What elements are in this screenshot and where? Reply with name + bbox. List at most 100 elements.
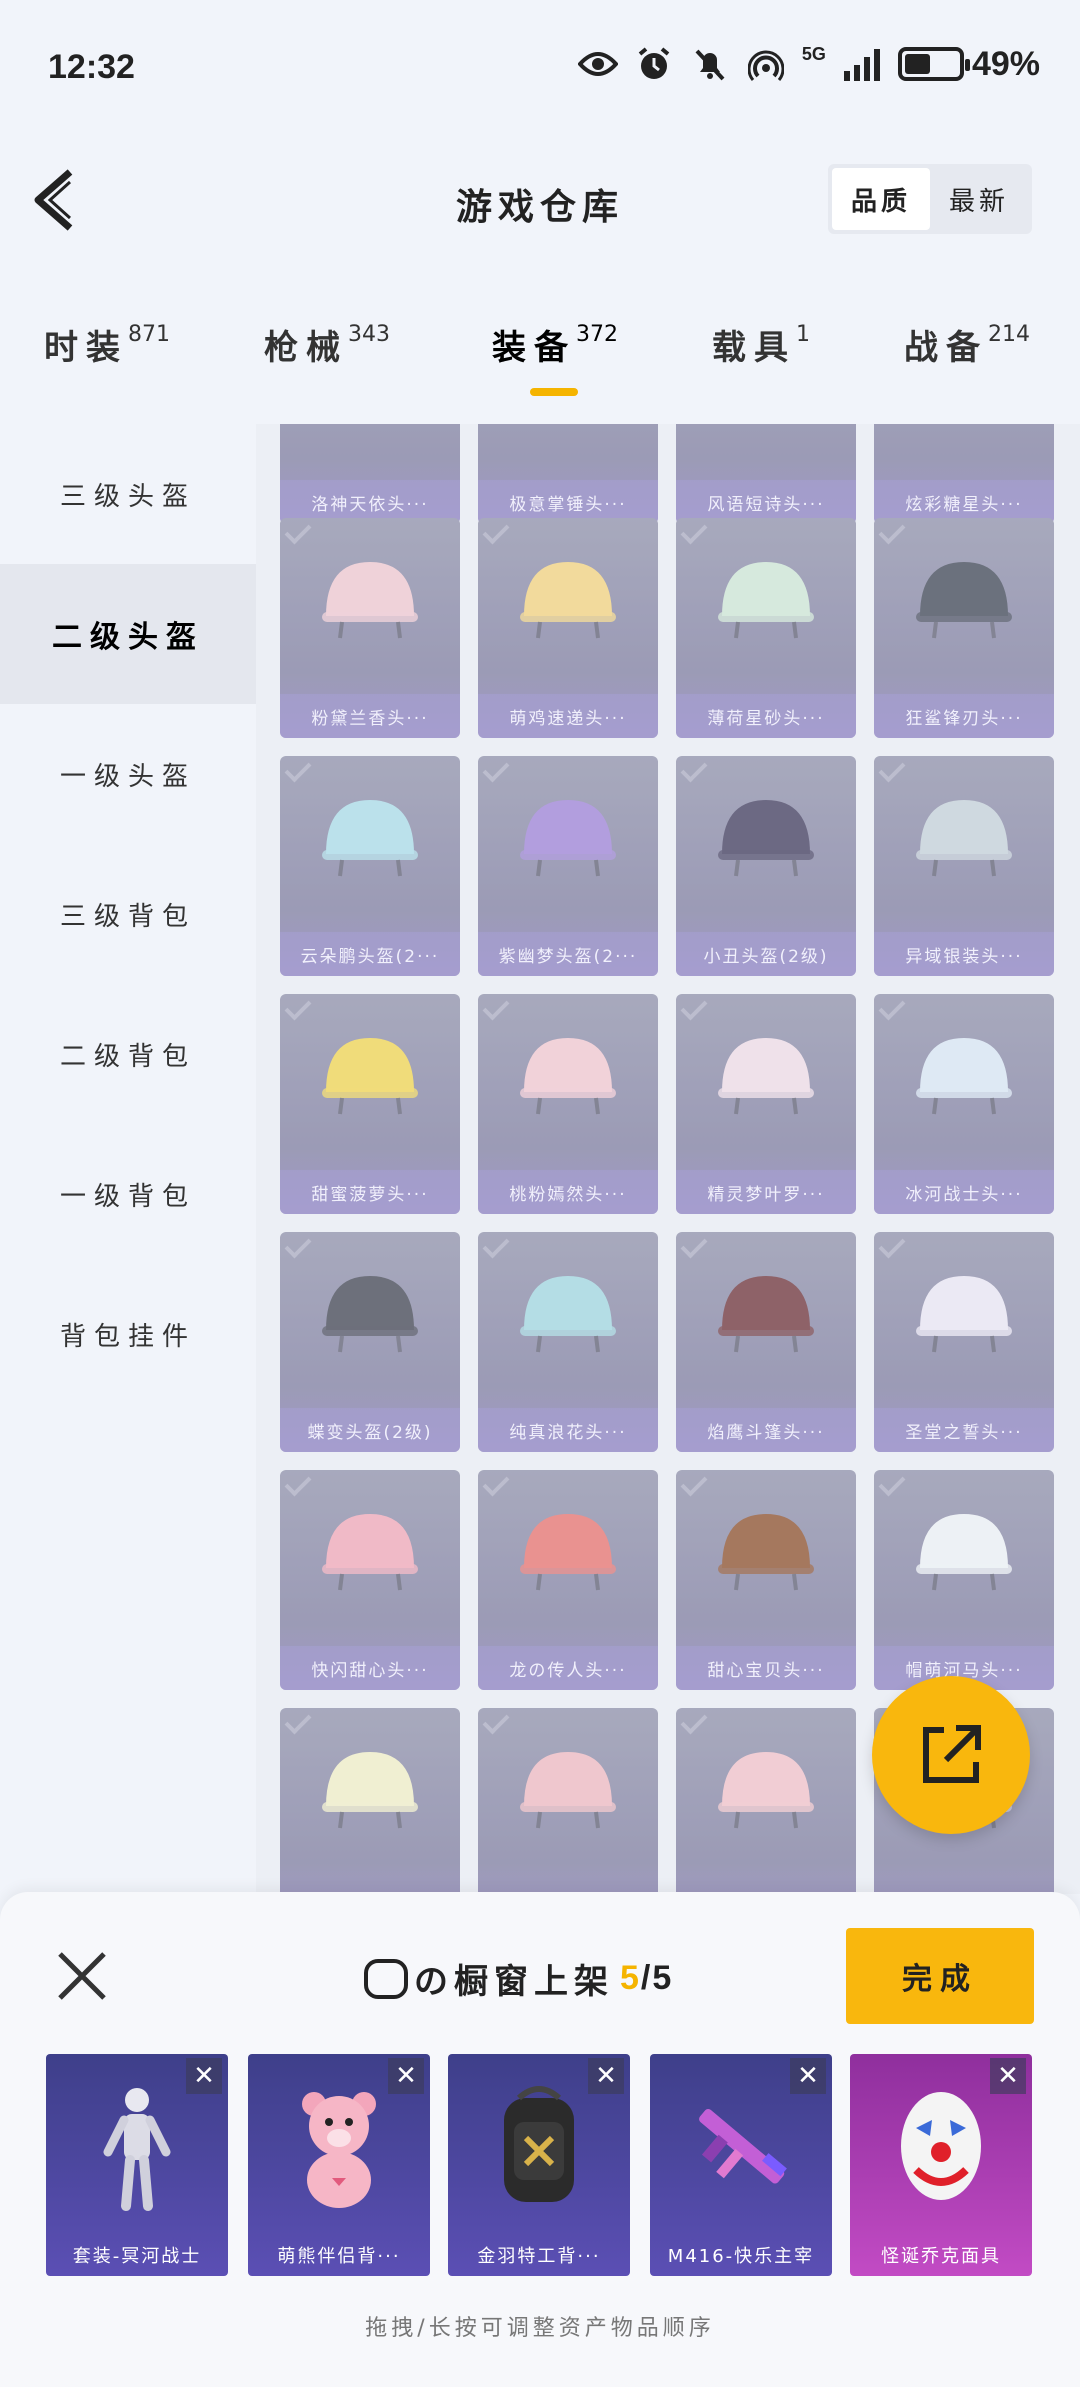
tab-label: 装备: [492, 328, 576, 368]
helmet-brim: [322, 1326, 418, 1336]
grid-item[interactable]: 风语短诗头···: [676, 424, 856, 524]
grid-item[interactable]: 甜心宝贝头···: [676, 1470, 856, 1690]
sidebar-item-level1-helmet[interactable]: 一级头盔: [0, 704, 256, 844]
showcase-label: 怪诞乔克面具: [881, 2246, 1001, 2267]
check-icon: [680, 1232, 708, 1259]
sidebar-item-level2-helmet[interactable]: 二级头盔: [0, 564, 256, 704]
sort-option-quality[interactable]: 品质: [832, 168, 930, 230]
helmet-strap: [932, 1097, 996, 1115]
grid-item[interactable]: [280, 1708, 460, 1894]
helmet-strap: [734, 859, 798, 877]
grid-item[interactable]: 快闪甜心头···: [280, 1470, 460, 1690]
item-grid[interactable]: 洛神天依头··· 极意掌锤头··· 风语短诗头··· 炫彩糖星头··· 粉黛兰香…: [256, 424, 1080, 1894]
helmet-brim: [718, 1802, 814, 1812]
grid-item-label: 纯真浪花头···: [478, 1408, 658, 1452]
showcase-slot[interactable]: ✕ 套装-冥河战士: [46, 2054, 228, 2276]
helmet-brim: [718, 850, 814, 860]
tab-supplies[interactable]: 战备214: [904, 320, 1030, 369]
tab-fashion[interactable]: 时装871: [44, 320, 170, 369]
helmet-strap: [338, 1573, 402, 1591]
share-button[interactable]: [872, 1676, 1030, 1834]
helmet-brim: [916, 612, 1012, 622]
close-sheet-button[interactable]: [54, 1948, 110, 2004]
remove-icon[interactable]: ✕: [990, 2058, 1026, 2094]
remove-icon[interactable]: ✕: [388, 2058, 424, 2094]
sidebar-item-level3-helmet[interactable]: 三级头盔: [0, 424, 256, 564]
grid-item[interactable]: 精灵梦叶罗···: [676, 994, 856, 1214]
grid-item[interactable]: 甜蜜菠萝头···: [280, 994, 460, 1214]
showcase-slot[interactable]: ✕ M416-快乐主宰: [650, 2054, 832, 2276]
close-icon: [58, 1952, 106, 2000]
grid-item[interactable]: 龙の传人头···: [478, 1470, 658, 1690]
done-button[interactable]: 完成: [846, 1928, 1034, 2024]
helmet-dome: [326, 1752, 414, 1806]
grid-item-label: 薄荷星砂头···: [676, 694, 856, 738]
grid-item[interactable]: 冰河战士头···: [874, 994, 1054, 1214]
helmet-brim: [916, 1564, 1012, 1574]
remove-icon[interactable]: ✕: [588, 2058, 624, 2094]
helmet-image: [322, 1514, 418, 1591]
sidebar-item-level1-backpack[interactable]: 一级背包: [0, 1124, 256, 1264]
grid-item[interactable]: 紫幽梦头盔(2···: [478, 756, 658, 976]
grid-item[interactable]: 极意掌锤头···: [478, 424, 658, 524]
grid-item[interactable]: 蝶变头盔(2级): [280, 1232, 460, 1452]
check-icon: [680, 1708, 708, 1735]
helmet-dome: [722, 800, 810, 854]
helmet-dome: [326, 1514, 414, 1568]
grid-item[interactable]: 狂鲨锋刃头···: [874, 518, 1054, 738]
helmet-image: [916, 800, 1012, 877]
grid-item[interactable]: 焰鹰斗篷头···: [676, 1232, 856, 1452]
sidebar-item-level2-backpack[interactable]: 二级背包: [0, 984, 256, 1124]
battery-percent: 49%: [971, 44, 1040, 83]
grid-item[interactable]: 桃粉嫣然头···: [478, 994, 658, 1214]
remove-icon[interactable]: ✕: [186, 2058, 222, 2094]
helmet-brim: [520, 1802, 616, 1812]
grid-item[interactable]: 帽萌河马头···: [874, 1470, 1054, 1690]
helmet-dome: [326, 562, 414, 616]
showcase-slot[interactable]: ✕ 萌熊伴侣背···: [248, 2054, 430, 2276]
reorder-hint: 拖拽/长按可调整资产物品顺序: [365, 2316, 715, 2341]
check-icon: [878, 994, 906, 1021]
grid-item-label: 甜心宝贝头···: [676, 1646, 856, 1690]
grid-item[interactable]: 萌鸡速递头···: [478, 518, 658, 738]
helmet-dome: [722, 562, 810, 616]
helmet-strap: [734, 621, 798, 639]
agent-backpack-image: [484, 2082, 594, 2212]
helmet-brim: [520, 1326, 616, 1336]
remove-icon[interactable]: ✕: [790, 2058, 826, 2094]
sidebar-item-backpack-charm[interactable]: 背包挂件: [0, 1264, 256, 1404]
helmet-dome: [920, 1514, 1008, 1568]
tab-weapons[interactable]: 枪械343: [264, 320, 390, 369]
helmet-brim: [322, 1802, 418, 1812]
grid-item[interactable]: 粉黛兰香头···: [280, 518, 460, 738]
grid-item[interactable]: 薄荷星砂头···: [676, 518, 856, 738]
tab-vehicles[interactable]: 载具1: [712, 320, 810, 369]
sheet-title: の橱窗上架 5/5: [364, 1954, 673, 2003]
helmet-strap: [932, 621, 996, 639]
helmet-dome: [524, 1276, 612, 1330]
grid-item[interactable]: [478, 1708, 658, 1894]
grid-item[interactable]: 云朵鹏头盔(2···: [280, 756, 460, 976]
helmet-strap: [734, 1573, 798, 1591]
grid-item[interactable]: [676, 1708, 856, 1894]
showcase-slot[interactable]: ✕ 金羽特工背···: [448, 2054, 630, 2276]
helmet-strap: [338, 859, 402, 877]
helmet-dome: [524, 1514, 612, 1568]
helmet-strap: [338, 1097, 402, 1115]
helmet-image: [322, 800, 418, 877]
sidebar-item-level3-backpack[interactable]: 三级背包: [0, 844, 256, 984]
helmet-brim: [718, 1564, 814, 1574]
grid-item[interactable]: 纯真浪花头···: [478, 1232, 658, 1452]
grid-item[interactable]: 异域银装头···: [874, 756, 1054, 976]
grid-item[interactable]: 小丑头盔(2级): [676, 756, 856, 976]
grid-item-label: 龙の传人头···: [478, 1646, 658, 1690]
tab-equipment[interactable]: 装备372: [492, 320, 618, 369]
grid-item[interactable]: 洛神天依头···: [280, 424, 460, 524]
helmet-brim: [520, 1088, 616, 1098]
helmet-image: [520, 562, 616, 639]
showcase-slot[interactable]: ✕ 怪诞乔克面具: [850, 2054, 1032, 2276]
joker-mask-image: [886, 2082, 996, 2212]
grid-item[interactable]: 圣堂之誓头···: [874, 1232, 1054, 1452]
grid-item[interactable]: 炫彩糖星头···: [874, 424, 1054, 524]
sort-option-newest[interactable]: 最新: [930, 168, 1028, 230]
